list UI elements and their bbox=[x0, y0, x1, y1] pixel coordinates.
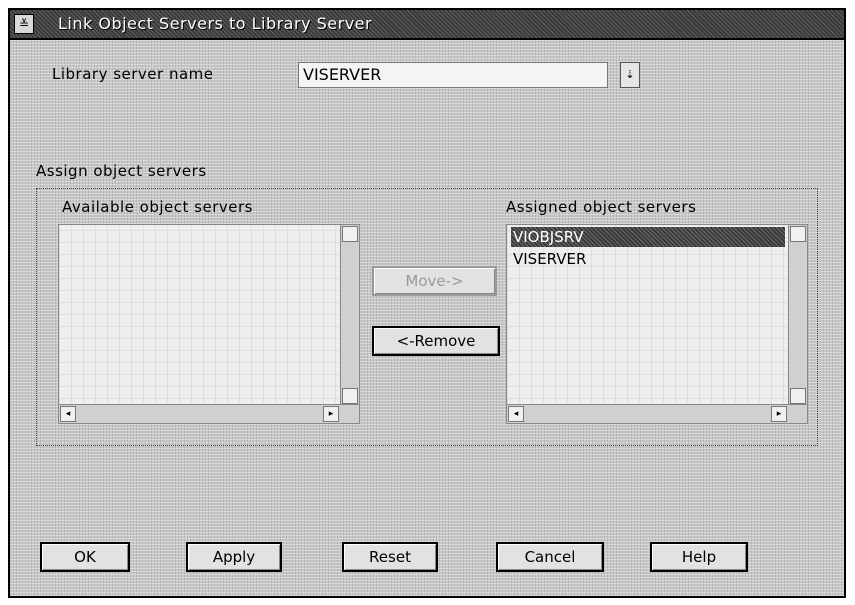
available-horizontal-scrollbar[interactable]: ◂ ▸ bbox=[59, 404, 359, 423]
available-list-label: Available object servers bbox=[62, 198, 253, 216]
available-vertical-scrollbar[interactable] bbox=[340, 225, 359, 405]
ok-button[interactable]: OK bbox=[40, 542, 130, 572]
reset-button[interactable]: Reset bbox=[342, 542, 438, 572]
scroll-right-arrow-icon[interactable]: ▸ bbox=[771, 406, 787, 422]
scroll-up-arrow-icon[interactable] bbox=[342, 226, 358, 242]
help-button[interactable]: Help bbox=[650, 542, 748, 572]
dropdown-arrow-icon[interactable]: ⇣ bbox=[620, 62, 640, 88]
window-title: Link Object Servers to Library Server bbox=[58, 14, 373, 33]
assign-group-label: Assign object servers bbox=[36, 162, 207, 180]
library-server-value: VISERVER bbox=[303, 65, 382, 84]
assigned-vertical-scrollbar[interactable] bbox=[788, 225, 807, 405]
system-menu-icon[interactable]: ≚ bbox=[14, 14, 34, 34]
available-servers-listbox[interactable]: ◂ ▸ bbox=[58, 224, 360, 424]
assigned-horizontal-scrollbar[interactable]: ◂ ▸ bbox=[507, 404, 807, 423]
library-server-label: Library server name bbox=[52, 65, 214, 83]
move-button[interactable]: Move-> bbox=[372, 266, 497, 296]
link-object-servers-dialog: ≚ Link Object Servers to Library Server … bbox=[8, 8, 846, 598]
scroll-left-arrow-icon[interactable]: ◂ bbox=[508, 406, 524, 422]
title-bar: ≚ Link Object Servers to Library Server bbox=[10, 10, 844, 40]
cancel-button[interactable]: Cancel bbox=[496, 542, 604, 572]
scroll-right-arrow-icon[interactable]: ▸ bbox=[323, 406, 339, 422]
scroll-down-arrow-icon[interactable] bbox=[790, 388, 806, 404]
assigned-servers-listbox[interactable]: VIOBJSRV VISERVER ◂ ▸ bbox=[506, 224, 808, 424]
list-item[interactable]: VIOBJSRV bbox=[511, 227, 785, 247]
scroll-left-arrow-icon[interactable]: ◂ bbox=[60, 406, 76, 422]
assigned-list-label: Assigned object servers bbox=[506, 198, 697, 216]
list-item[interactable]: VISERVER bbox=[511, 249, 785, 269]
scroll-up-arrow-icon[interactable] bbox=[790, 226, 806, 242]
remove-button[interactable]: <-Remove bbox=[372, 326, 500, 356]
library-server-combobox[interactable]: VISERVER bbox=[298, 62, 608, 88]
scroll-down-arrow-icon[interactable] bbox=[342, 388, 358, 404]
apply-button[interactable]: Apply bbox=[186, 542, 282, 572]
